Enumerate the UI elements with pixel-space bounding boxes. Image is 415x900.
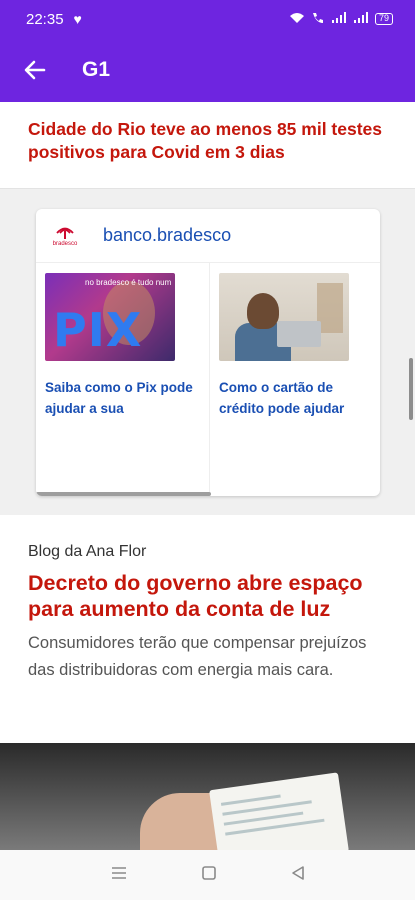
ad-scrollbar[interactable] [36,492,211,496]
thumb-tag: no bradesco é tudo num [85,278,172,287]
ad-item[interactable]: no bradesco é tudo num PIX Saiba como o … [45,273,195,419]
heart-icon: ♥ [73,11,82,27]
battery-icon: 79 [374,13,393,25]
page-scrollbar[interactable] [409,358,413,420]
person-head-image [247,293,279,329]
home-icon[interactable] [201,865,217,886]
menu-icon[interactable] [111,866,127,885]
ad-zone: bradesco banco.bradesco no bradesco é tu… [0,188,415,515]
ad-header[interactable]: bradesco banco.bradesco [36,209,380,263]
laptop-image [277,321,321,347]
ad-card[interactable]: bradesco banco.bradesco no bradesco é tu… [36,209,380,496]
back-arrow-icon[interactable] [20,55,50,85]
bill-image [209,772,349,850]
wifi-icon [289,12,305,27]
news-item[interactable]: Cidade do Rio teve ao menos 85 mil teste… [0,102,415,188]
ad-caption[interactable]: Saiba como o Pix pode ajudar a sua [45,377,195,419]
signal-icon [331,11,347,27]
article-image[interactable] [0,743,415,850]
article-blog-label[interactable]: Blog da Ana Flor [28,543,387,561]
bradesco-tree-icon [56,227,74,239]
call-icon [311,12,325,27]
status-icons: 79 [289,11,393,27]
ad-thumbnail[interactable]: no bradesco é tudo num PIX [45,273,175,361]
app-bar: G1 [0,38,415,102]
ad-brand[interactable]: banco.bradesco [103,225,231,246]
logo-word: bradesco [52,241,78,247]
news-headline[interactable]: Cidade do Rio teve ao menos 85 mil teste… [28,118,387,164]
article-item[interactable]: Blog da Ana Flor Decreto do governo abre… [0,515,415,743]
app-title: G1 [82,58,111,81]
bradesco-logo: bradesco [46,224,84,247]
status-time: 22:35 [26,10,64,28]
thumb-big-text: PIX [53,303,143,357]
divider [209,263,210,496]
ad-item[interactable]: Como o cartão de crédito pode ajudar [219,273,369,419]
article-summary[interactable]: Consumidores terão que compensar prejuíz… [28,630,387,684]
ad-caption[interactable]: Como o cartão de crédito pode ajudar [219,377,369,419]
article-title[interactable]: Decreto do governo abre espaço para aume… [28,570,387,622]
system-nav-bar [0,850,415,900]
back-triangle-icon[interactable] [291,865,305,886]
status-bar: 22:35 ♥ 79 [0,0,415,38]
ad-thumbnail[interactable] [219,273,349,361]
signal-icon-2 [353,11,369,27]
